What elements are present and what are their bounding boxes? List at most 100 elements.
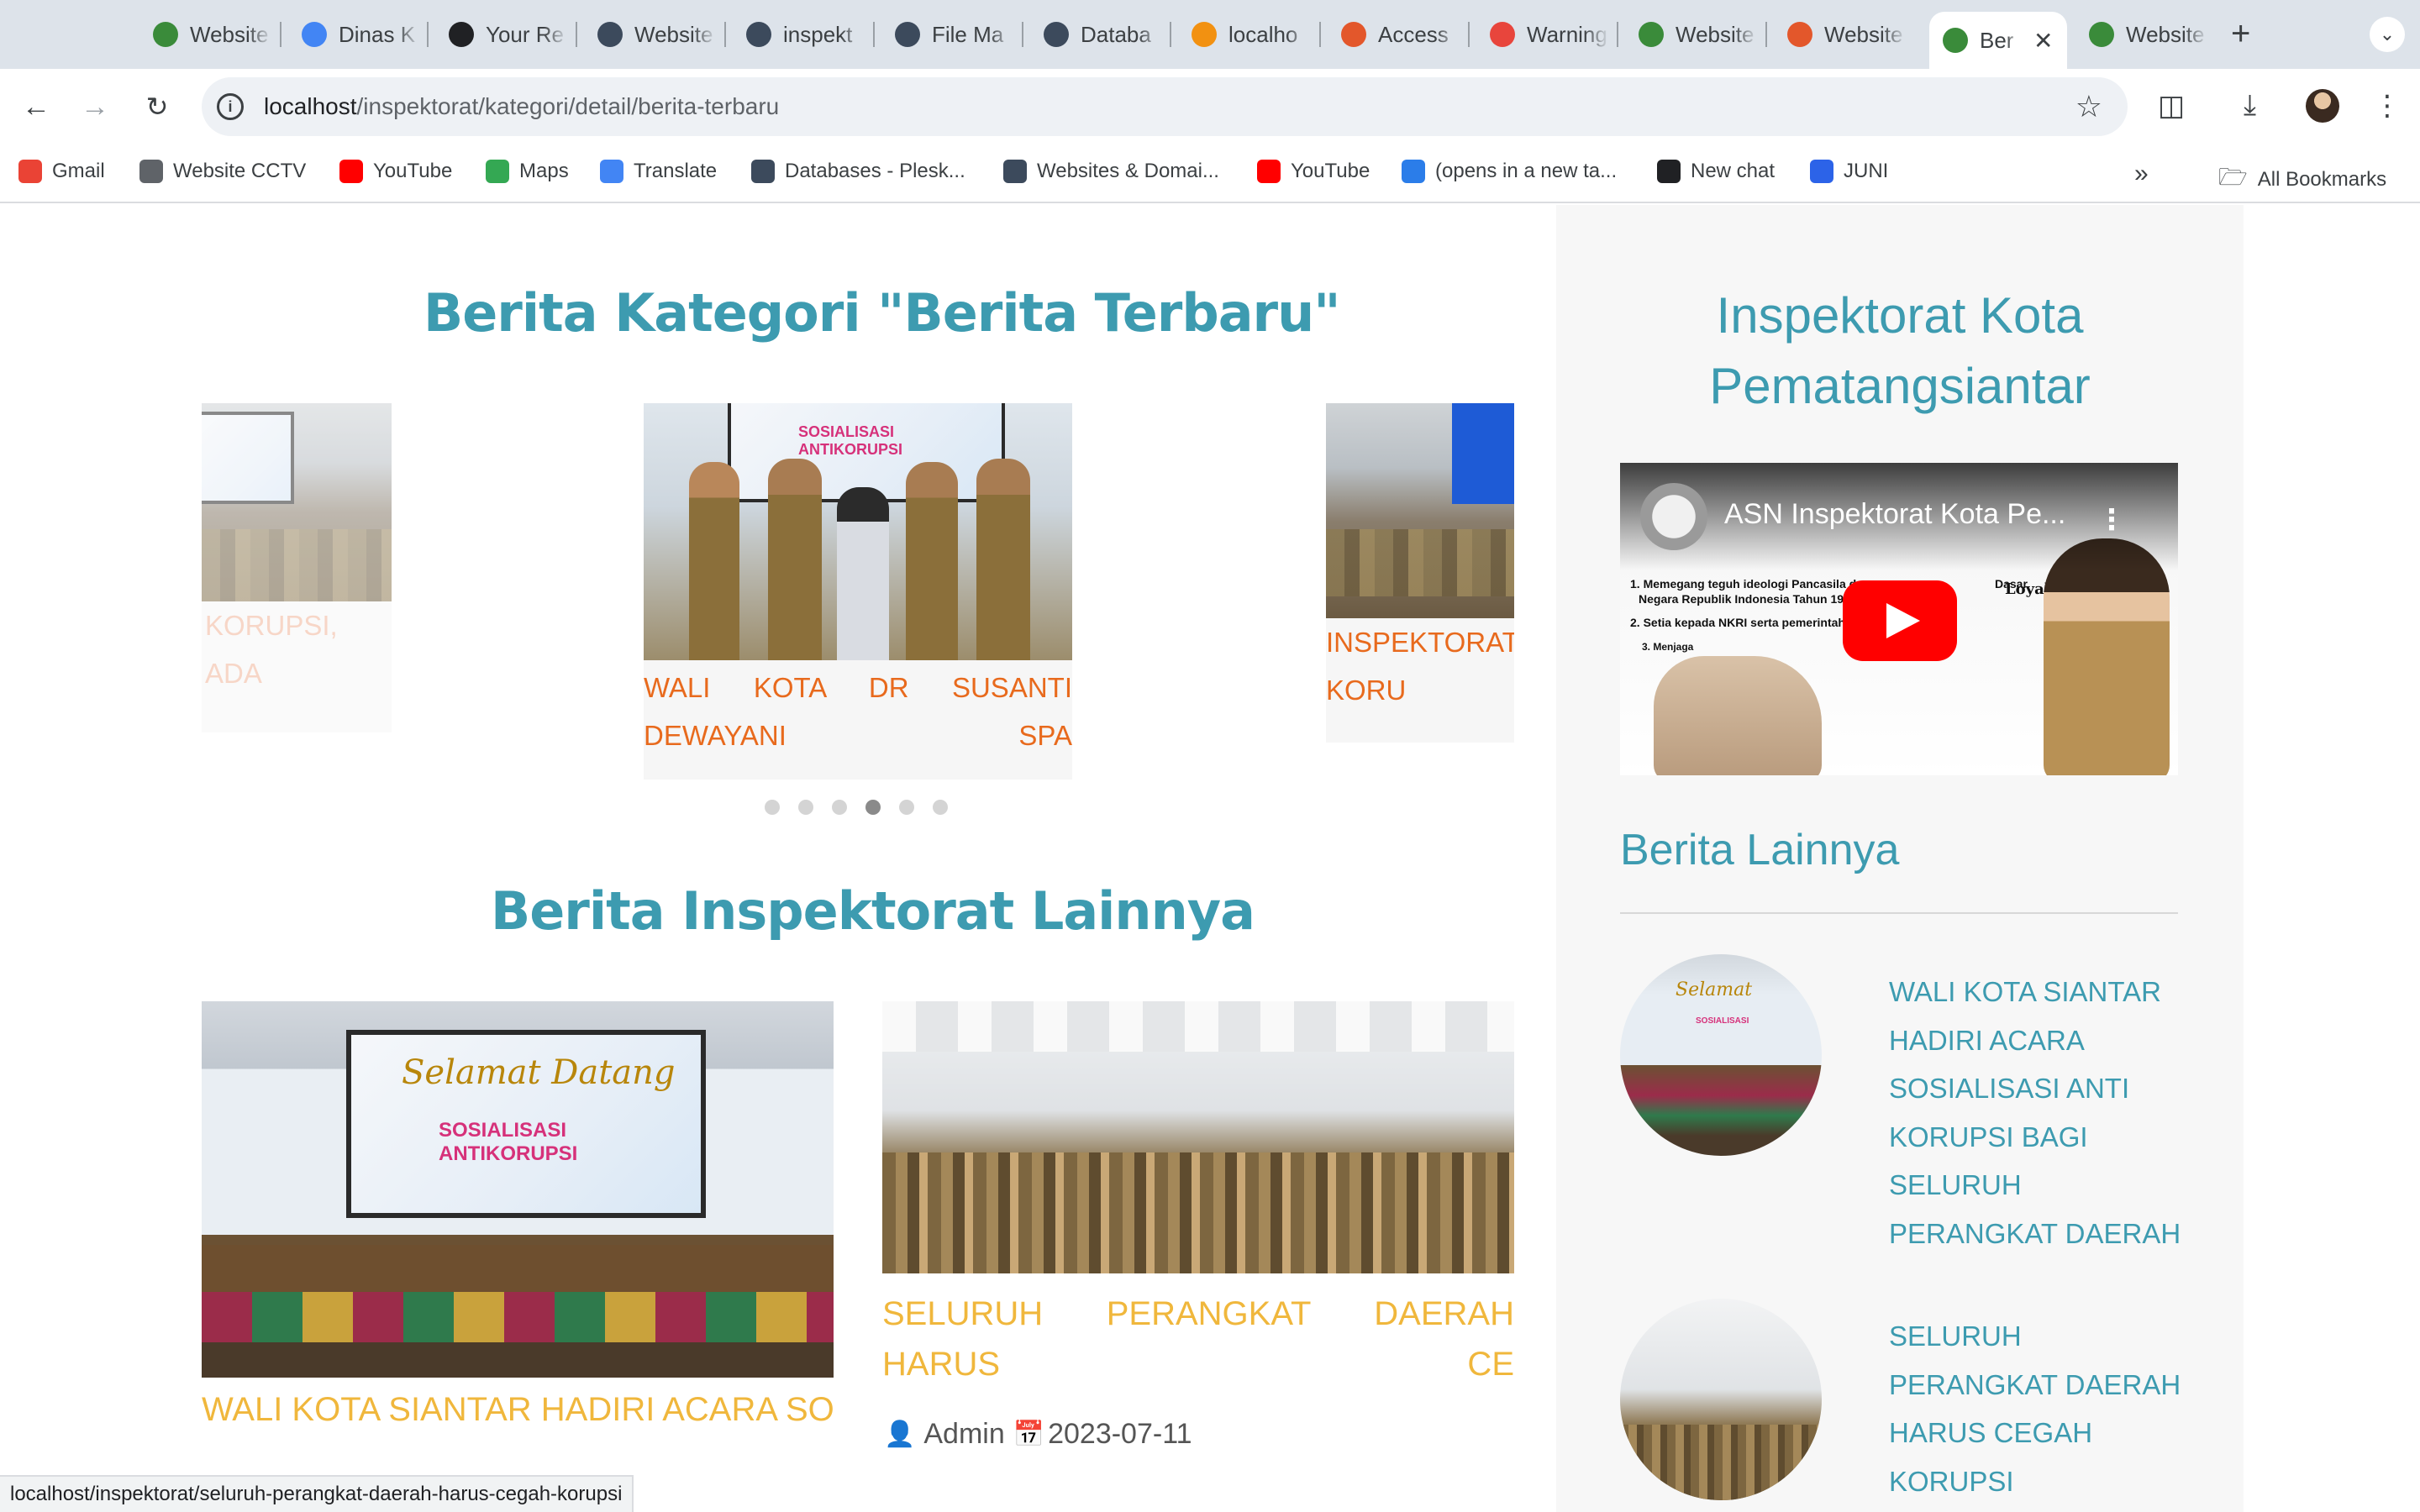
bookmark-item[interactable]: (opens in a new ta... xyxy=(1402,160,1617,183)
browser-tab[interactable]: Dinas K xyxy=(288,12,423,57)
sidebar-thumb-1[interactable]: Selamat SOSIALISASI xyxy=(1620,954,1822,1156)
browser-tab[interactable]: Website xyxy=(1625,12,1760,57)
gmail-icon xyxy=(18,160,42,183)
back-arrow-icon[interactable]: ← xyxy=(17,87,55,126)
video-text-line-2: Negara Republik Indonesia Tahun 194 xyxy=(1639,592,1850,606)
carousel-card-left[interactable]: KORUPSI, ADA xyxy=(202,403,392,732)
browser-tab[interactable]: Access xyxy=(1328,12,1462,57)
all-bookmarks-button[interactable]: 🗁 All Bookmarks xyxy=(2218,160,2386,200)
site-info-icon[interactable]: i xyxy=(217,93,244,120)
tab-title: Website xyxy=(1824,21,1903,47)
bookmark-label: Website CCTV xyxy=(173,160,307,182)
tab-title: Your Re xyxy=(486,21,564,47)
url-text[interactable]: localhost/inspektorat/kategori/detail/be… xyxy=(264,93,779,120)
carousel-dot[interactable] xyxy=(832,800,847,815)
bookmark-item[interactable]: Maps xyxy=(486,160,569,183)
chrome-favicon xyxy=(302,22,327,47)
carousel-photo-left[interactable] xyxy=(202,403,392,601)
bookmark-item[interactable]: Databases - Plesk... xyxy=(751,160,965,183)
bookmark-item[interactable]: New chat xyxy=(1657,160,1775,183)
tab-search-icon[interactable]: ⌄ xyxy=(2370,17,2405,52)
sidebar-link-2[interactable]: SELURUH PERANGKAT DAERAH HARUS CEGAH KOR… xyxy=(1889,1312,2191,1505)
bookmark-item[interactable]: Gmail xyxy=(18,160,105,183)
url-host: localhost xyxy=(264,93,357,119)
other-news-heading: Berita Inspektorat Lainnya xyxy=(491,880,1255,942)
browser-tab[interactable]: Website xyxy=(1774,12,1908,57)
carousel-dot[interactable] xyxy=(899,800,914,815)
channel-avatar[interactable] xyxy=(1640,483,1707,550)
tab-title: Databa xyxy=(1081,21,1151,47)
youtube-icon xyxy=(339,160,363,183)
new-tab-button[interactable]: + xyxy=(2231,15,2250,53)
browser-tab[interactable]: Your Re xyxy=(435,12,570,57)
tab-separator xyxy=(1617,22,1618,47)
browser-tab[interactable]: Warning xyxy=(1476,12,1611,57)
web-page: Berita Kategori "Berita Terbaru" KORUPSI… xyxy=(0,205,2420,1512)
website-favicon xyxy=(2089,22,2114,47)
youtube-video-embed[interactable]: 1. Memegang teguh ideologi Pancasila da … xyxy=(1620,463,2178,775)
bookmark-item[interactable]: YouTube xyxy=(1257,160,1370,183)
tab-separator xyxy=(1765,22,1767,47)
bookmark-label: YouTube xyxy=(373,160,453,182)
video-title[interactable]: ASN Inspektorat Kota Pe... xyxy=(1724,498,2065,531)
more-menu-icon[interactable]: ⋮ xyxy=(2373,89,2402,123)
carousel-pagination xyxy=(765,800,948,815)
bookmark-item[interactable]: Website CCTV xyxy=(139,160,306,183)
bookmark-star-icon[interactable]: ☆ xyxy=(2075,89,2102,124)
reload-icon[interactable]: ↻ xyxy=(138,87,176,126)
translate-icon xyxy=(600,160,623,183)
bookmark-item[interactable]: YouTube xyxy=(339,160,452,183)
sidebar-title: Inspektorat Kota Pematangsiantar xyxy=(1709,287,2091,414)
all-bookmarks-label: All Bookmarks xyxy=(2257,168,2387,191)
news-title-1[interactable]: WALI KOTA SIANTAR HADIRI ACARA SO xyxy=(202,1391,834,1429)
video-more-icon[interactable]: ⋮ xyxy=(2097,503,2126,537)
news-meta-2: 👤 Admin 📅 2023-07-11 xyxy=(884,1418,1192,1451)
browser-tab[interactable]: Website xyxy=(584,12,718,57)
browser-tab[interactable]: File Ma xyxy=(881,12,1016,57)
bookmark-item[interactable]: Websites & Domai... xyxy=(1003,160,1219,183)
bookmark-item[interactable]: Translate xyxy=(600,160,717,183)
sidebar-thumb-2[interactable] xyxy=(1620,1299,1822,1500)
carousel-dot[interactable] xyxy=(933,800,948,815)
carousel-photo-right[interactable] xyxy=(1326,403,1514,618)
bookmarks-overflow-icon[interactable]: » xyxy=(2134,160,2149,188)
carousel-card-center[interactable]: SOSIALISASI ANTIKORUPSI WALI KOTA DR SUS… xyxy=(644,403,1072,780)
extensions-icon[interactable]: ◫ xyxy=(2158,89,2185,123)
video-text-line-1: 1. Memegang teguh ideologi Pancasila da xyxy=(1630,577,1863,591)
carousel-dot[interactable] xyxy=(765,800,780,815)
plesk-favicon xyxy=(895,22,920,47)
carousel-title-center[interactable]: WALI KOTA DR SUSANTI DEWAYANI SPA xyxy=(644,664,1072,759)
address-bar[interactable]: i localhost/inspektorat/kategori/detail/… xyxy=(202,77,2128,136)
website-favicon xyxy=(1639,22,1664,47)
bookmark-label: Gmail xyxy=(52,160,105,182)
carousel-photo-center[interactable]: SOSIALISASI ANTIKORUPSI xyxy=(644,403,1072,660)
carousel-title-right[interactable]: INSPEKTORAT KORU xyxy=(1326,618,1514,714)
news-photo-1[interactable]: Selamat Datang SOSIALISASI ANTIKORUPSI xyxy=(202,1001,834,1378)
url-path: /inspektorat/kategori/detail/berita-terb… xyxy=(356,93,780,119)
bookmark-label: Websites & Domai... xyxy=(1037,160,1219,182)
close-tab-icon[interactable]: ✕ xyxy=(2033,27,2053,55)
browser-tab[interactable]: Databa xyxy=(1030,12,1165,57)
browser-tab[interactable]: Website xyxy=(2075,12,2210,57)
news-photo-2[interactable] xyxy=(882,1001,1514,1273)
video-text-line-4: 3. Menjaga xyxy=(1642,641,1694,653)
forward-arrow-icon[interactable]: → xyxy=(76,87,114,126)
sidebar-divider xyxy=(1620,912,2178,914)
bookmark-label: JUNI xyxy=(1844,160,1889,182)
video-person-illustration xyxy=(2044,538,2170,775)
browser-tab[interactable]: Website xyxy=(139,12,274,57)
download-icon[interactable]: ⤓ xyxy=(2244,89,2256,122)
news-title-2[interactable]: SELURUH PERANGKAT DAERAH HARUS CE xyxy=(882,1289,1514,1389)
browser-tab[interactable]: localho xyxy=(1178,12,1313,57)
profile-avatar[interactable] xyxy=(2306,89,2339,123)
browser-tab[interactable]: Ber ✕ xyxy=(1929,12,2067,69)
bookmark-item[interactable]: JUNI xyxy=(1810,160,1888,183)
sidebar-link-1[interactable]: WALI KOTA SIANTAR HADIRI ACARA SOSIALISA… xyxy=(1889,968,2191,1257)
warning-favicon xyxy=(1490,22,1515,47)
carousel-dot[interactable] xyxy=(798,800,813,815)
browser-tab[interactable]: inspekt xyxy=(733,12,867,57)
play-icon[interactable] xyxy=(1843,580,1957,661)
carousel-dot[interactable] xyxy=(865,800,881,815)
carousel-card-right[interactable]: INSPEKTORAT KORU xyxy=(1326,403,1514,743)
carousel-title-left[interactable]: KORUPSI, ADA xyxy=(205,601,388,697)
